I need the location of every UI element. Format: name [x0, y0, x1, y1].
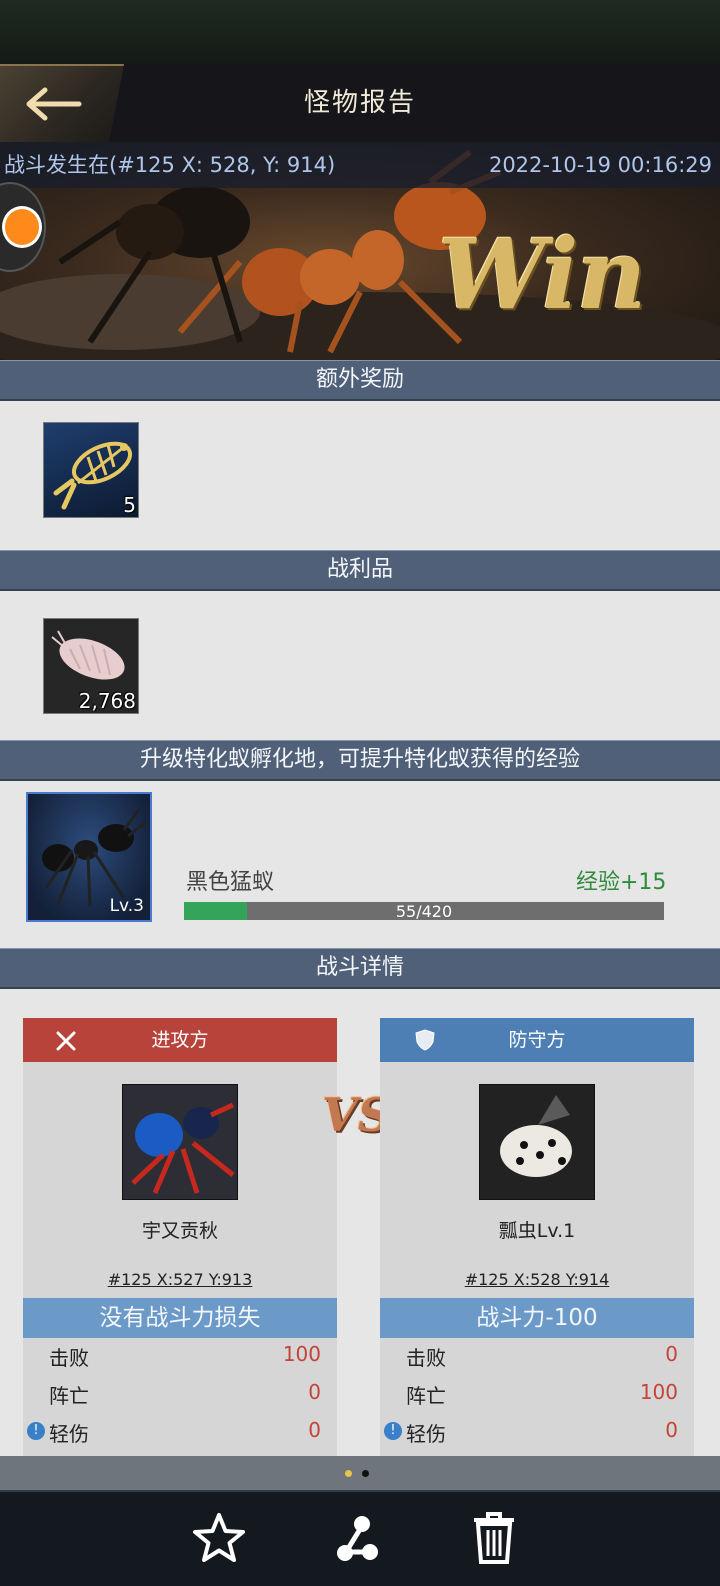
attacker-stat-value-light: 0 — [308, 1418, 321, 1442]
attacker-avatar[interactable] — [122, 1084, 238, 1200]
attacker-coords-link[interactable]: #125 X:527 Y:913 — [23, 1270, 337, 1289]
shield-icon — [415, 1029, 435, 1051]
page-dot-active[interactable] — [345, 1470, 352, 1477]
ladybug-icon — [500, 1095, 572, 1177]
section-hatchery-tip: 升级特化蚁孵化地，可提升特化蚁获得的经验 — [0, 740, 720, 781]
special-ant-card[interactable]: Lv.3 — [26, 792, 152, 922]
crossed-swords-icon — [56, 1031, 76, 1051]
page-indicator-bar — [0, 1456, 720, 1490]
defender-panel: 防守方 瓢虫Lv.1 #125 X:528 Y:914 战斗力-100 击败 0… — [380, 1018, 694, 1456]
loot-item[interactable]: 2,768 — [43, 618, 139, 714]
extra-reward-count: 5 — [123, 493, 136, 517]
trash-icon[interactable] — [472, 1510, 516, 1566]
attacker-power-change: 没有战斗力损失 — [23, 1298, 337, 1338]
info-icon[interactable]: ! — [27, 1422, 45, 1440]
loot-count: 2,768 — [78, 689, 136, 713]
star-icon[interactable] — [192, 1512, 246, 1564]
ant-name: 黑色猛蚁 — [186, 870, 275, 895]
extra-reward-item[interactable]: 5 — [43, 422, 139, 518]
exp-progress-bar: 55/420 — [184, 902, 664, 921]
defender-header: 防守方 — [380, 1018, 694, 1062]
defender-name: 瓢虫Lv.1 — [498, 1220, 576, 1242]
defender-stat-label-kills: 击败 — [406, 1346, 446, 1370]
defender-stat-value-deaths: 100 — [639, 1380, 678, 1404]
attacker-header: 进攻方 — [23, 1018, 337, 1062]
defender-stat-value-light: 0 — [665, 1418, 678, 1442]
battle-location-text[interactable]: 战斗发生在(#125 X: 528, Y: 914) — [4, 142, 335, 188]
page-title: 怪物报告 — [303, 88, 416, 118]
share-icon[interactable] — [334, 1512, 380, 1566]
attacker-panel: 进攻方 宇又贡秋 #125 X:527 Y:913 没有战斗力损失 击败 100… — [23, 1018, 337, 1456]
attacker-stat-label-light: 轻伤 — [49, 1422, 89, 1446]
attacker-stat-value-deaths: 0 — [308, 1380, 321, 1404]
section-battle-details: 战斗详情 — [0, 948, 720, 989]
attacker-side-label: 进攻方 — [151, 1029, 209, 1051]
attacker-stat-label-deaths: 阵亡 — [49, 1384, 89, 1408]
defender-avatar[interactable] — [479, 1084, 595, 1200]
ant-level: Lv.3 — [109, 896, 144, 916]
info-icon[interactable]: ! — [384, 1422, 402, 1440]
status-area — [0, 0, 720, 64]
defender-stat-label-light: 轻伤 — [406, 1422, 446, 1446]
defender-stat-value-kills: 0 — [665, 1342, 678, 1366]
battle-timestamp: 2022-10-19 00:16:29 — [488, 153, 712, 177]
defender-side-label: 防守方 — [508, 1029, 566, 1051]
section-loot: 战利品 — [0, 550, 720, 591]
bottom-toolbar — [0, 1490, 720, 1586]
blue-ant-icon — [131, 1102, 235, 1194]
exp-gain: 经验+15 — [576, 870, 667, 895]
section-extra-reward: 额外奖励 — [0, 360, 720, 401]
attacker-stat-value-kills: 100 — [282, 1342, 321, 1366]
defender-coords-link[interactable]: #125 X:528 Y:914 — [380, 1270, 694, 1289]
defender-stat-label-deaths: 阵亡 — [406, 1384, 446, 1408]
defender-power-change: 战斗力-100 — [380, 1298, 694, 1338]
attacker-stat-label-kills: 击败 — [49, 1346, 89, 1370]
win-result-text: Win — [438, 218, 646, 331]
page-dot[interactable] — [362, 1470, 369, 1477]
exp-progress-text: 55/420 — [395, 902, 453, 921]
attacker-name: 宇又贡秋 — [141, 1220, 218, 1242]
